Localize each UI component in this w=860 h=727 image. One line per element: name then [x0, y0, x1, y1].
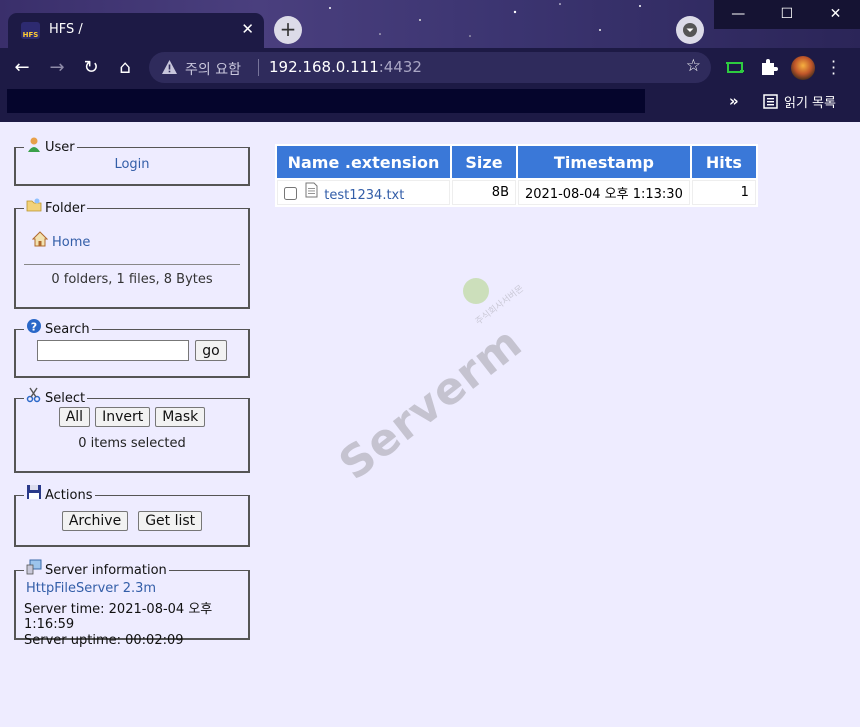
- home-icon[interactable]: ⌂: [113, 56, 137, 80]
- file-size-cell: 8B: [452, 180, 516, 205]
- tab-hfs[interactable]: HFS HFS / ✕: [8, 13, 264, 48]
- actions-panel: Actions Archive Get list: [14, 485, 250, 547]
- folder-legend: Folder: [24, 198, 87, 216]
- help-question-icon: ?: [27, 319, 41, 334]
- table-row: test1234.txt 8B 2021-08-04 오후 1:13:30 1: [277, 180, 756, 205]
- url-host: 192.168.0.111: [269, 58, 379, 76]
- home-link[interactable]: Home: [52, 235, 90, 250]
- server-info-legend-label: Server information: [45, 563, 167, 578]
- selection-status: 0 items selected: [78, 436, 186, 451]
- file-select-checkbox[interactable]: [284, 187, 297, 200]
- text-file-icon: [305, 182, 318, 198]
- browser-toolbar: ← → ↻ ⌂ 주의 요함 192.168.0.111:4432 ☆: [0, 48, 860, 88]
- back-arrow-icon[interactable]: ←: [10, 56, 34, 80]
- file-name-cell: test1234.txt: [277, 180, 450, 205]
- get-list-button[interactable]: Get list: [138, 511, 203, 531]
- file-link[interactable]: test1234.txt: [324, 188, 404, 203]
- actions-legend: Actions: [24, 485, 95, 503]
- close-window-icon[interactable]: ✕: [811, 0, 860, 29]
- search-panel: ? Search go: [14, 319, 250, 378]
- scissors-icon: [26, 387, 41, 403]
- user-legend-label: User: [45, 140, 75, 155]
- file-timestamp-cell: 2021-08-04 오후 1:13:30: [518, 180, 690, 205]
- actions-legend-label: Actions: [45, 488, 93, 503]
- folder-icon: [26, 198, 42, 212]
- select-legend-label: Select: [45, 391, 86, 406]
- reload-icon[interactable]: ↻: [79, 56, 103, 80]
- file-list-table: Name .extension Size Timestamp Hits test…: [275, 144, 758, 207]
- extensions-puzzle-icon[interactable]: [760, 58, 778, 76]
- maximize-icon[interactable]: ☐: [763, 0, 812, 29]
- mask-button[interactable]: Mask: [155, 407, 206, 427]
- folder-panel: Folder Home 0 folders, 1 files, 8 Bytes: [14, 198, 250, 309]
- profile-avatar[interactable]: [791, 56, 815, 80]
- user-panel: User Login: [14, 137, 250, 186]
- file-hits-cell: 1: [691, 180, 756, 205]
- warning-triangle-icon[interactable]: [161, 59, 178, 75]
- server-time: Server time: 2021-08-04 오후 1:16:59: [24, 602, 213, 632]
- security-label[interactable]: 주의 요함: [185, 59, 241, 79]
- window-controls: — ☐ ✕: [714, 0, 860, 29]
- search-go-button[interactable]: go: [195, 340, 227, 361]
- hfs-favicon-icon: HFS: [21, 22, 40, 39]
- select-panel: Select All Invert Mask 0 items selected: [14, 387, 250, 473]
- server-uptime: Server uptime: 00:02:09: [24, 633, 184, 648]
- tab-strip: HFS HFS / ✕ + — ☐ ✕: [0, 0, 860, 48]
- column-header-hits[interactable]: Hits: [691, 146, 756, 178]
- minimize-icon[interactable]: —: [714, 0, 763, 29]
- hfs-version-link[interactable]: HttpFileServer 2.3m: [24, 581, 240, 596]
- floppy-disk-icon: [27, 485, 41, 499]
- tab-close-icon[interactable]: ✕: [241, 20, 254, 38]
- house-icon: [32, 231, 48, 247]
- server-info-legend: Server information: [24, 559, 169, 578]
- column-header-size[interactable]: Size: [452, 146, 516, 178]
- forward-arrow-icon[interactable]: →: [45, 56, 69, 80]
- watermark-logo: [463, 278, 489, 304]
- user-legend: User: [24, 137, 77, 155]
- folder-summary: 0 folders, 1 files, 8 Bytes: [51, 272, 213, 287]
- browser-menu-icon[interactable]: · · ·: [831, 54, 836, 82]
- bookmark-star-icon[interactable]: ☆: [686, 56, 701, 76]
- hfs-page: User Login Folder Home 0 folders, 1 file…: [0, 122, 860, 727]
- reading-list-label: 읽기 목록: [784, 96, 836, 111]
- server-computer-icon: [26, 559, 42, 575]
- invert-selection-button[interactable]: Invert: [95, 407, 151, 427]
- bookmarks-redacted-area: [7, 89, 645, 113]
- omnibox-separator: [258, 59, 259, 76]
- select-legend: Select: [24, 387, 87, 406]
- reading-list-icon: [763, 94, 778, 109]
- folder-legend-label: Folder: [45, 201, 86, 216]
- new-tab-plus-icon[interactable]: +: [274, 16, 302, 44]
- column-header-timestamp[interactable]: Timestamp: [518, 146, 690, 178]
- servermon-watermark: Serverm: [330, 316, 532, 491]
- archive-button[interactable]: Archive: [61, 511, 129, 531]
- extension-green-icon[interactable]: [725, 57, 745, 77]
- login-link[interactable]: Login: [114, 157, 149, 172]
- column-header-name[interactable]: Name .extension: [277, 146, 450, 178]
- browser-chrome: HFS HFS / ✕ + — ☐ ✕ ← → ↻ ⌂ 주의 요함 192.16…: [0, 0, 860, 122]
- select-all-button[interactable]: All: [58, 407, 91, 427]
- tab-search-chevron-icon[interactable]: [676, 16, 704, 44]
- search-legend: ? Search: [24, 319, 92, 337]
- url-text[interactable]: 192.168.0.111:4432: [269, 58, 422, 76]
- home-crumb[interactable]: Home: [24, 231, 240, 250]
- url-port: :4432: [378, 58, 422, 76]
- bookmarks-bar: » 읽기 목록: [0, 88, 860, 122]
- file-table-header: Name .extension Size Timestamp Hits: [277, 146, 756, 178]
- search-legend-label: Search: [45, 322, 90, 337]
- search-input[interactable]: [37, 340, 190, 361]
- tab-title: HFS /: [49, 22, 83, 37]
- address-bar[interactable]: 주의 요함 192.168.0.111:4432 ☆: [149, 52, 711, 83]
- bookmarks-overflow-icon[interactable]: »: [729, 92, 739, 110]
- reading-list-button[interactable]: 읽기 목록: [763, 92, 836, 111]
- server-info-panel: Server information HttpFileServer 2.3m S…: [14, 559, 250, 648]
- svg-text:?: ?: [31, 321, 37, 334]
- user-icon: [28, 137, 40, 152]
